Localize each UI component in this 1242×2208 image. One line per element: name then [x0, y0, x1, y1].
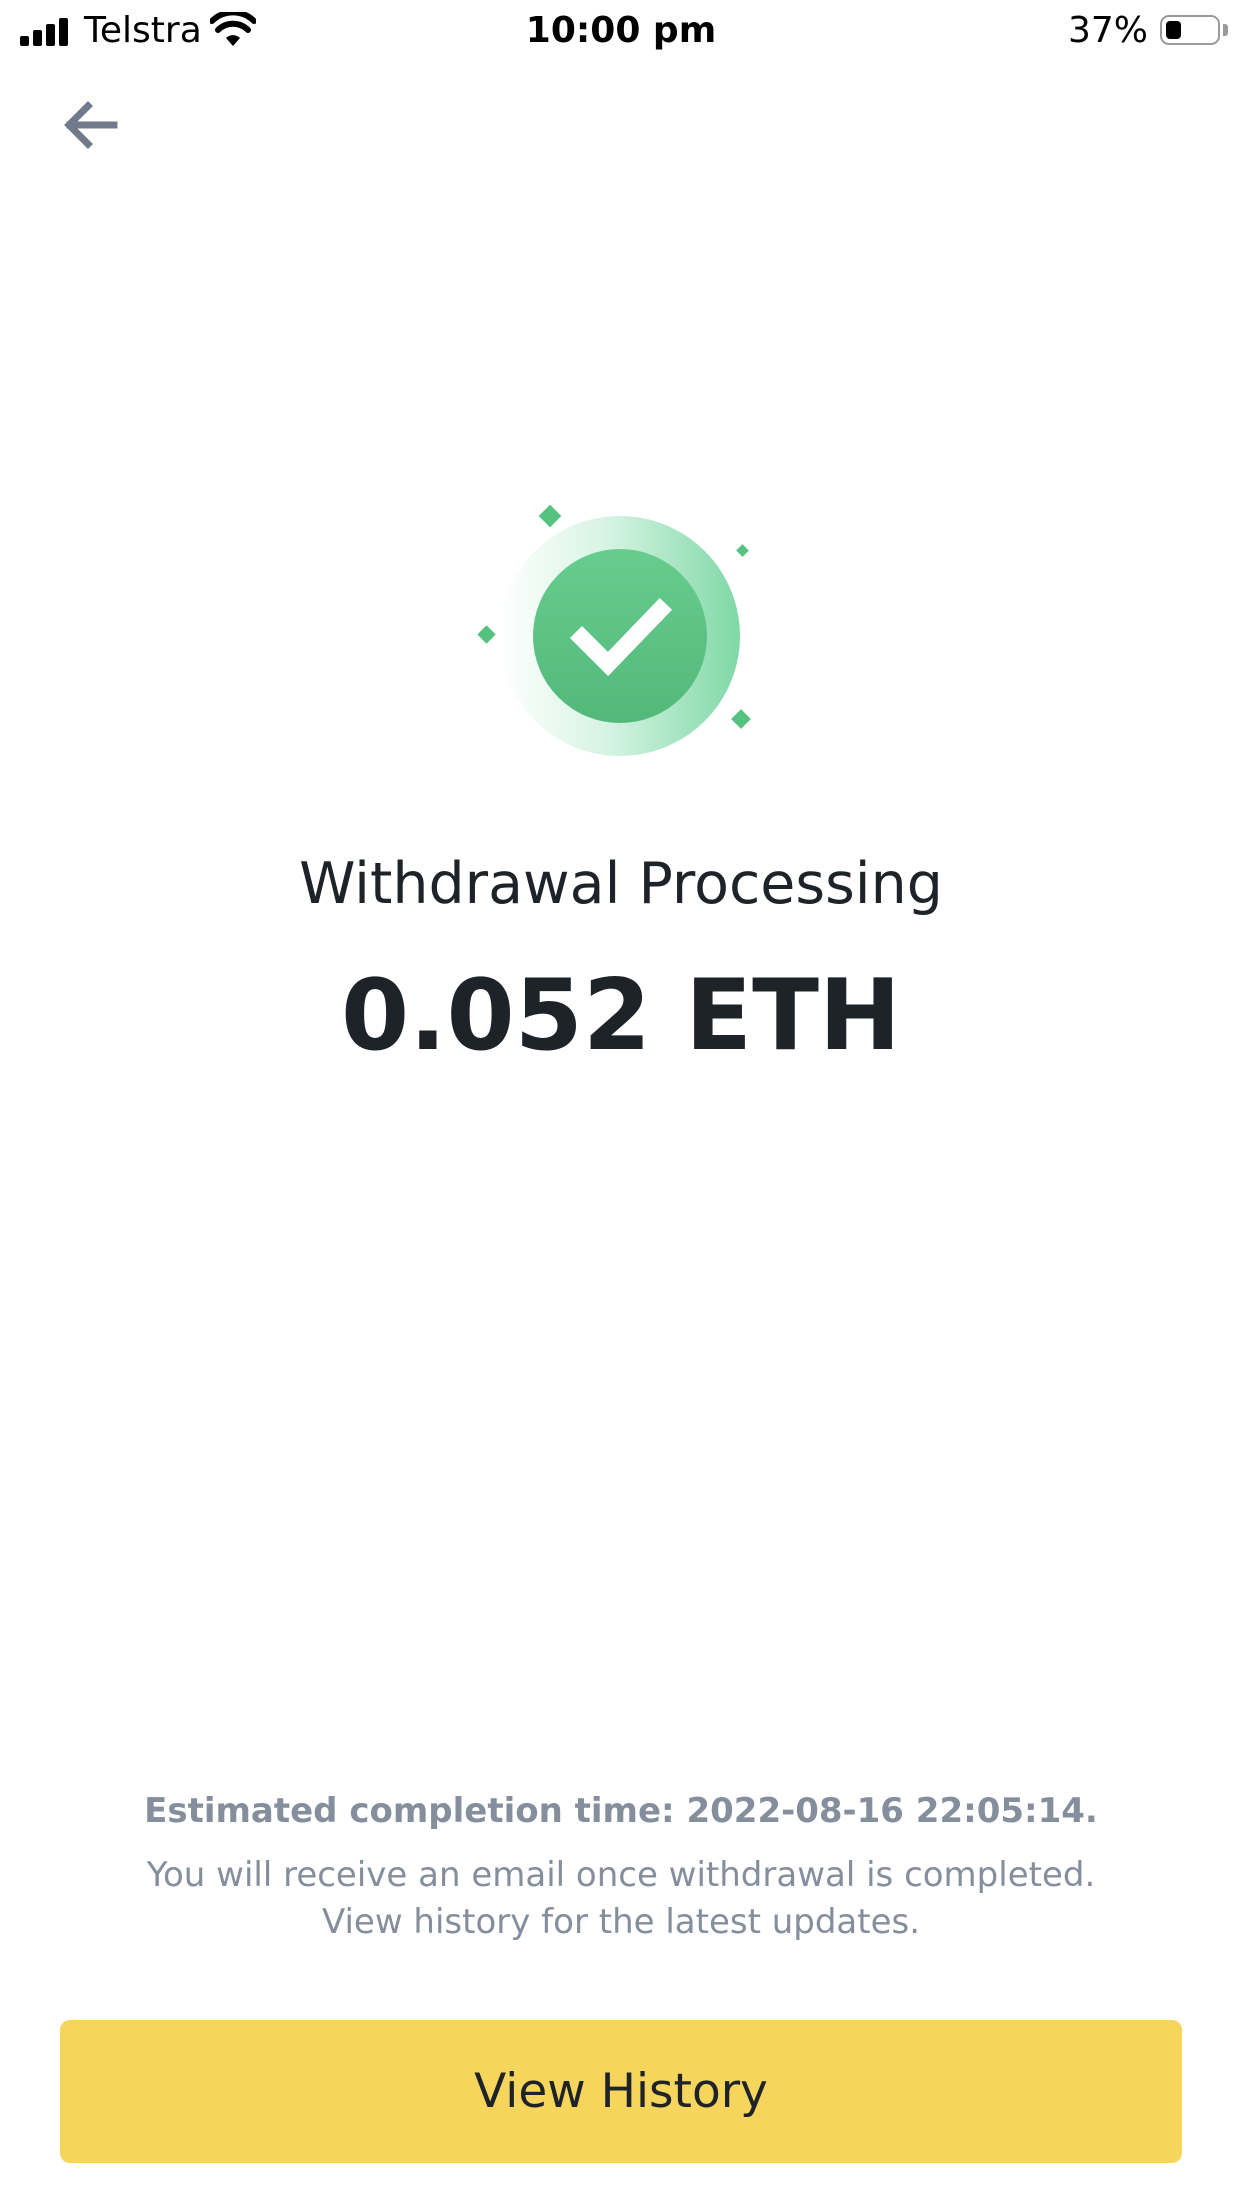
email-notice-line-1: You will receive an email once withdrawa…: [146, 1855, 1096, 1895]
check-circle-icon: [477, 504, 751, 756]
arrow-left-icon: [64, 101, 118, 149]
email-notice-line-2: View history for the latest updates.: [321, 1902, 921, 1942]
withdrawal-amount: 0.052 ETH: [341, 959, 901, 1073]
estimated-completion-time: Estimated completion time: 2022-08-16 22…: [144, 1791, 1098, 1831]
battery-icon: [1160, 15, 1220, 45]
view-history-button[interactable]: View History: [60, 2020, 1182, 2163]
battery-percent: 37%: [1067, 10, 1148, 51]
battery-cap: [1223, 24, 1228, 36]
back-button[interactable]: [56, 92, 134, 158]
status-time: 10:00 pm: [525, 10, 717, 51]
email-notice: You will receive an email once withdrawa…: [0, 1852, 1242, 1946]
page-title: Withdrawal Processing: [299, 851, 943, 917]
status-bar: Telstra 10:00 pm 37%: [0, 0, 1242, 62]
